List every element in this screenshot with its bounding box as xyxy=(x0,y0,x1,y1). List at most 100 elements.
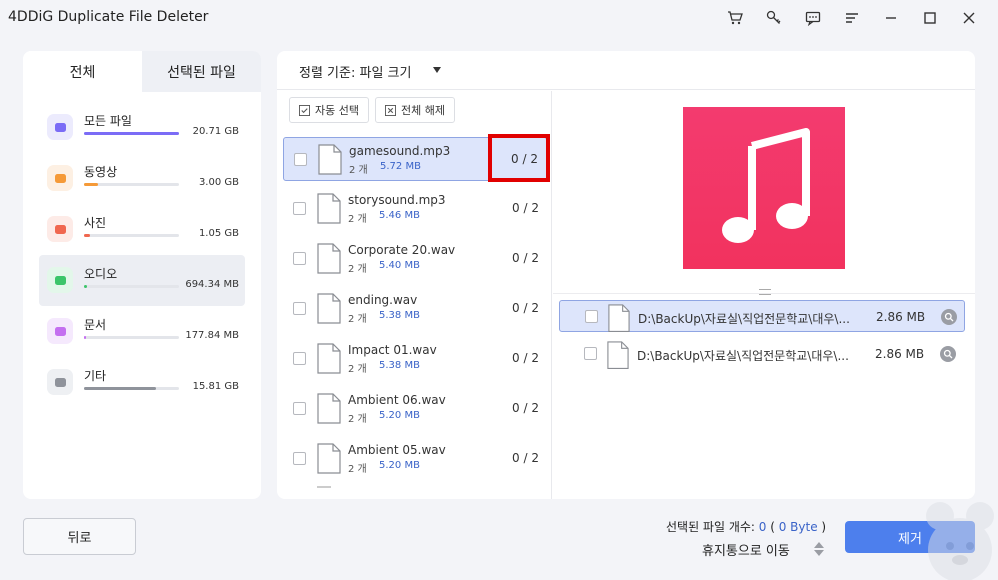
file-checkbox[interactable] xyxy=(293,202,306,215)
resize-handle-icon[interactable] xyxy=(759,289,771,295)
key-icon[interactable] xyxy=(754,6,793,30)
file-checkbox[interactable] xyxy=(293,402,306,415)
file-checkbox[interactable] xyxy=(293,252,306,265)
selected-bytes-value: 0 Byte xyxy=(778,520,818,534)
duplicate-path-row[interactable]: D:\BackUp\자료실\직업전문학교\대우\... 2.86 MB xyxy=(559,300,965,333)
tab-all[interactable]: 전체 xyxy=(23,51,142,92)
close-icon[interactable] xyxy=(949,6,988,30)
sidebar-item-category[interactable]: 오디오 694.34 MB xyxy=(39,255,245,306)
move-to-trash-option[interactable]: 휴지통으로 이동 xyxy=(702,540,790,559)
category-size: 20.71 GB xyxy=(192,126,239,137)
selected-count-prefix: 선택된 파일 개수: xyxy=(666,520,759,534)
category-sidebar: 전체 선택된 파일 모든 파일 20.71 GB 동영상 3.00 GB 사진 1.05 … xyxy=(23,51,261,499)
category-label: 오디오 xyxy=(84,267,118,281)
sidebar-item-category[interactable]: 동영상 3.00 GB xyxy=(39,153,245,204)
maximize-icon[interactable] xyxy=(910,6,949,30)
file-group-row[interactable]: Ambient 05.wav 2 개 5.20 MB 0 / 2 xyxy=(283,437,547,481)
file-size: 5.38 MB xyxy=(379,360,420,371)
duplicate-count: 2 개 xyxy=(348,364,367,375)
category-usage-fill xyxy=(84,183,99,186)
app-title: 4DDiG Duplicate File Deleter xyxy=(8,9,209,25)
path-checkbox[interactable] xyxy=(585,310,598,323)
category-usage-fill xyxy=(84,132,179,135)
selection-ratio: 0 / 2 xyxy=(512,251,539,265)
file-name: Corporate 20.wav xyxy=(348,243,456,257)
category-size: 3.00 GB xyxy=(198,177,239,188)
other-icon xyxy=(47,369,73,395)
file-checkbox[interactable] xyxy=(293,352,306,365)
file-checkbox[interactable] xyxy=(293,452,306,465)
main-panel: 정렬 기준: 파일 크기 자동 선택 전체 해제 gamesound.mp3 2 … xyxy=(277,51,975,499)
file-icon xyxy=(608,304,630,333)
file-icon xyxy=(607,341,629,370)
file-group-row[interactable]: gamesound.mp3 2 개 5.72 MB 0 / 2 xyxy=(283,134,550,182)
mascot-logo-icon xyxy=(926,502,994,580)
title-bar: 4DDiG Duplicate File Deleter xyxy=(0,0,998,36)
auto-select-label: 자동 선택 xyxy=(315,104,359,117)
file-size: 5.72 MB xyxy=(380,161,421,172)
file-size: 5.20 MB xyxy=(379,410,420,421)
file-size: 5.40 MB xyxy=(379,260,420,271)
category-label: 사진 xyxy=(84,216,107,230)
tab-selected-files[interactable]: 선택된 파일 xyxy=(142,51,261,92)
sidebar-item-category[interactable]: 사진 1.05 GB xyxy=(39,204,245,255)
preview-panel: D:\BackUp\자료실\직업전문학교\대우\... 2.86 MB D:\Bac… xyxy=(553,91,975,499)
photo-icon xyxy=(47,216,73,242)
category-label: 동영상 xyxy=(84,165,118,179)
sort-bar[interactable]: 정렬 기준: 파일 크기 xyxy=(277,51,975,90)
back-button[interactable]: 뒤로 xyxy=(23,518,136,555)
category-usage-bar xyxy=(84,285,179,288)
duplicate-count: 2 개 xyxy=(348,214,367,225)
file-group-row[interactable]: Ambient 06.wav 2 개 5.20 MB 0 / 2 xyxy=(283,387,547,431)
duplicate-path-row[interactable]: D:\BackUp\자료실\직업전문학교\대우\... 2.86 MB xyxy=(559,338,965,370)
deselect-all-label: 전체 해제 xyxy=(400,104,445,117)
file-name: Ambient 06.wav xyxy=(348,393,446,407)
list-scroll-peek xyxy=(317,486,331,488)
file-name: storysound.mp3 xyxy=(348,193,446,207)
selected-count-open: ( xyxy=(766,520,779,534)
category-usage-fill xyxy=(84,285,87,288)
magnifier-icon[interactable] xyxy=(940,346,956,362)
category-list: 모든 파일 20.71 GB 동영상 3.00 GB 사진 1.05 GB 오디오 694.3… xyxy=(23,92,261,408)
category-usage-fill xyxy=(84,387,157,390)
file-size: 5.38 MB xyxy=(379,310,420,321)
file-checkbox[interactable] xyxy=(294,153,307,166)
deselect-all-button[interactable]: 전체 해제 xyxy=(374,97,455,123)
file-group-row[interactable]: Impact 01.wav 2 개 5.38 MB 0 / 2 xyxy=(283,337,547,381)
path-checkbox[interactable] xyxy=(584,347,597,360)
sidebar-item-category[interactable]: 모든 파일 20.71 GB xyxy=(39,102,245,153)
file-checkbox[interactable] xyxy=(293,302,306,315)
path-file-size: 2.86 MB xyxy=(876,310,926,324)
file-group-row[interactable]: storysound.mp3 2 개 5.46 MB 0 / 2 xyxy=(283,187,547,231)
path-file-size: 2.86 MB xyxy=(875,347,925,361)
category-usage-bar xyxy=(84,336,179,339)
file-icon xyxy=(317,343,341,374)
highlight-box xyxy=(488,134,550,182)
category-usage-bar xyxy=(84,234,179,237)
duplicate-count: 2 개 xyxy=(349,165,368,176)
file-icon xyxy=(317,243,341,274)
category-usage-fill xyxy=(84,336,86,339)
file-group-row[interactable]: ending.wav 2 개 5.38 MB 0 / 2 xyxy=(283,287,547,331)
minimize-icon[interactable] xyxy=(871,6,910,30)
duplicate-count: 2 개 xyxy=(348,414,367,425)
sidebar-item-category[interactable]: 문서 177.84 MB xyxy=(39,306,245,357)
file-path: D:\BackUp\자료실\직업전문학교\대우\... xyxy=(637,349,849,363)
menu-icon[interactable] xyxy=(832,6,871,30)
sidebar-item-category[interactable]: 기타 15.81 GB xyxy=(39,357,245,408)
feedback-icon[interactable] xyxy=(793,6,832,30)
caret-down-icon[interactable] xyxy=(433,67,441,73)
magnifier-icon[interactable] xyxy=(941,309,957,325)
auto-select-button[interactable]: 자동 선택 xyxy=(289,97,369,123)
duplicate-count: 2 개 xyxy=(348,264,367,275)
category-usage-bar xyxy=(84,132,179,135)
sort-label[interactable]: 정렬 기준: 파일 크기 xyxy=(299,62,411,81)
divider xyxy=(553,293,975,294)
file-size: 5.20 MB xyxy=(379,460,420,471)
category-size: 177.84 MB xyxy=(185,330,239,341)
selection-ratio: 0 / 2 xyxy=(512,451,539,465)
category-label: 기타 xyxy=(84,369,107,383)
cart-icon[interactable] xyxy=(715,6,754,30)
file-group-row[interactable]: Corporate 20.wav 2 개 5.40 MB 0 / 2 xyxy=(283,237,547,281)
up-down-arrows-icon[interactable] xyxy=(813,541,825,557)
